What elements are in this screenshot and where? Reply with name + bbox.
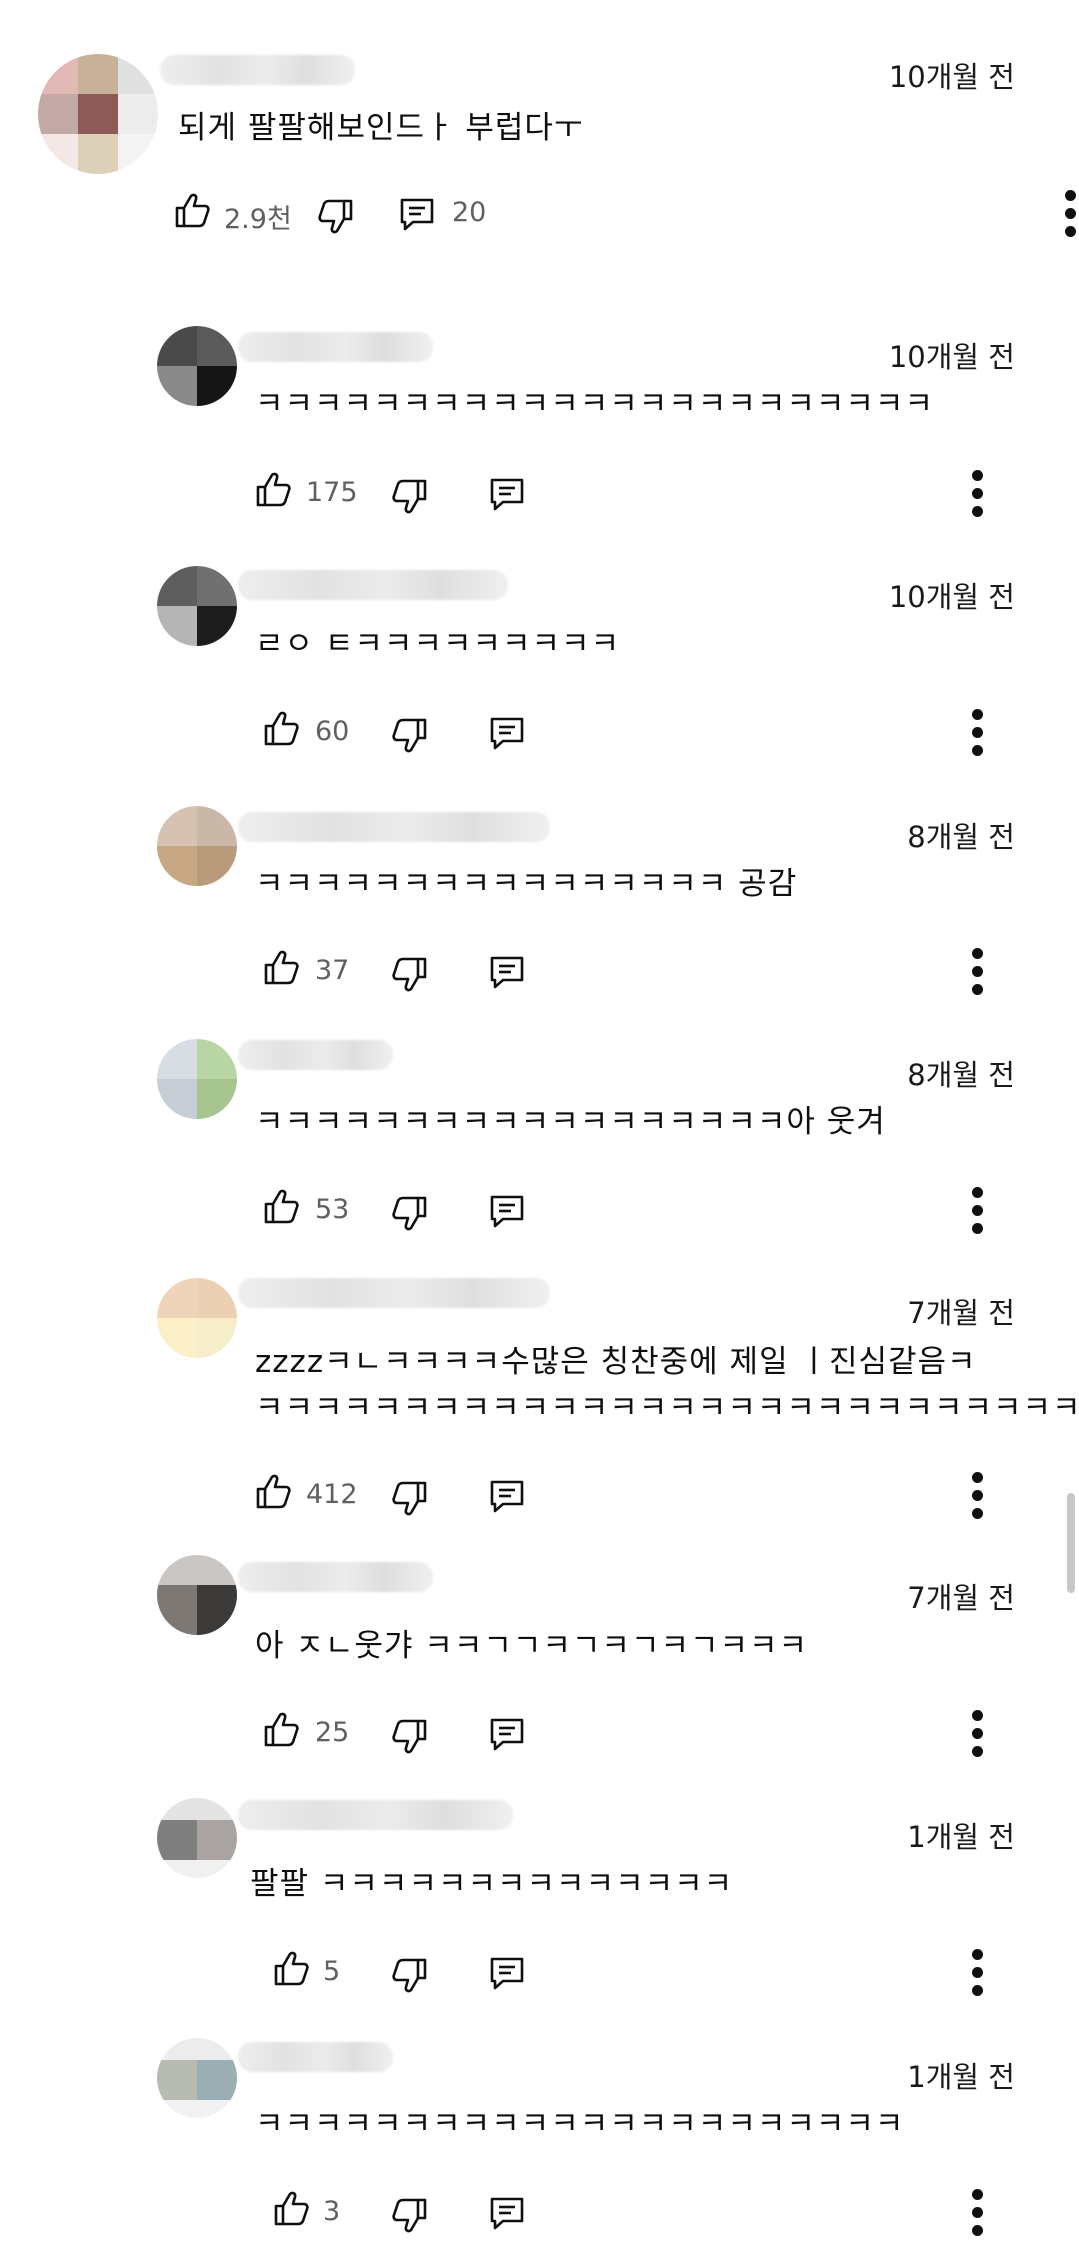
avatar[interactable] [157, 806, 237, 886]
like-icon[interactable] [271, 2189, 311, 2229]
comment-text: zzzzㅋㄴㅋㅋㅋㅋ수많은 칭찬중에 제일 ㅣ진심같음ㅋ [255, 1344, 977, 1380]
comment-text: 팔팔 ㅋㅋㅋㅋㅋㅋㅋㅋㅋㅋㅋㅋㅋㅋ [250, 1866, 734, 1902]
more-options-icon[interactable] [967, 1949, 987, 1997]
username-blurred[interactable] [238, 1278, 550, 1308]
like-icon[interactable] [261, 709, 301, 749]
comment-timestamp: 8개월 전 [907, 820, 1015, 854]
comment-actions: 3 [271, 2187, 1071, 2237]
like-count: 412 [306, 1479, 358, 1510]
like-count: 53 [315, 1194, 350, 1225]
like-icon[interactable] [261, 1187, 301, 1227]
comment-timestamp: 7개월 전 [907, 1581, 1015, 1615]
dislike-icon[interactable] [316, 196, 356, 236]
username-blurred[interactable] [238, 332, 433, 362]
comment-actions: 37 [261, 946, 1061, 996]
avatar[interactable] [157, 1039, 237, 1119]
comment-text: ㅋㅋㅋㅋㅋㅋㅋㅋㅋㅋㅋㅋㅋㅋㅋㅋㅋㅋㅋㅋㅋㅋㅋ [255, 386, 934, 422]
reply-icon[interactable] [397, 194, 437, 234]
comment-text: ㅋㅋㅋㅋㅋㅋㅋㅋㅋㅋㅋㅋㅋㅋㅋㅋ 공감 [255, 866, 798, 902]
dislike-icon[interactable] [390, 1716, 430, 1756]
dislike-icon[interactable] [390, 1193, 430, 1233]
username-blurred[interactable] [238, 1800, 513, 1830]
more-options-icon[interactable] [967, 709, 987, 757]
username-blurred[interactable] [238, 812, 550, 842]
avatar[interactable] [157, 566, 237, 646]
comment-text: 아 ㅈㄴ웃갸 ㅋㅋㄱㄱㅋㄱㅋㄱㅋㄱㅋㅋㅋ [255, 1628, 809, 1664]
like-count: 60 [315, 716, 350, 747]
like-icon[interactable] [253, 470, 293, 510]
comment-timestamp: 10개월 전 [888, 580, 1015, 614]
like-icon[interactable] [261, 948, 301, 988]
reply-icon[interactable] [487, 1476, 527, 1516]
reply-icon[interactable] [487, 474, 527, 514]
like-count: 175 [306, 477, 358, 508]
avatar[interactable] [157, 1555, 237, 1635]
dislike-icon[interactable] [390, 954, 430, 994]
like-count: 25 [315, 1717, 350, 1748]
reply-count[interactable]: 20 [452, 197, 486, 228]
username-blurred[interactable] [160, 55, 355, 85]
reply-icon[interactable] [487, 2193, 527, 2233]
dislike-icon[interactable] [390, 1955, 430, 1995]
reply-icon[interactable] [487, 1953, 527, 1993]
comment-text: ㅋㅋㅋㅋㅋㅋㅋㅋㅋㅋㅋㅋㅋㅋㅋㅋㅋㅋㅋㅋㅋㅋ [255, 2106, 905, 2142]
reply-icon[interactable] [487, 713, 527, 753]
comment-timestamp: 7개월 전 [907, 1296, 1015, 1330]
like-count: 3 [323, 2196, 341, 2227]
like-count: 5 [323, 1956, 341, 1987]
comment-actions: 5 [271, 1947, 1071, 1997]
more-options-icon[interactable] [967, 470, 987, 518]
comment-text: ㄹㅇ ㅌㅋㅋㅋㅋㅋㅋㅋㅋㅋ [255, 626, 621, 662]
comment-actions: 175 [253, 468, 1053, 518]
comment-text: ㅋㅋㅋㅋㅋㅋㅋㅋㅋㅋㅋㅋㅋㅋㅋㅋㅋㅋ아 웃겨 [255, 1104, 886, 1140]
dislike-icon[interactable] [390, 2195, 430, 2235]
reply-icon[interactable] [487, 952, 527, 992]
dislike-icon[interactable] [390, 476, 430, 516]
comment-actions: 53 [261, 1185, 1061, 1235]
like-icon[interactable] [271, 1949, 311, 1989]
username-blurred[interactable] [238, 1562, 433, 1592]
username-blurred[interactable] [238, 2042, 393, 2072]
comment-timestamp: 10개월 전 [888, 340, 1015, 374]
comment-actions: 25 [261, 1708, 1061, 1758]
comment-actions: 412 [253, 1470, 1053, 1520]
scrollbar[interactable] [1067, 1493, 1075, 1593]
like-icon[interactable] [261, 1710, 301, 1750]
reply-icon[interactable] [487, 1714, 527, 1754]
username-blurred[interactable] [238, 570, 508, 600]
comment-actions: 2.9천 20 [170, 188, 1076, 238]
dislike-icon[interactable] [390, 1478, 430, 1518]
comment-timestamp: 1개월 전 [907, 1820, 1015, 1854]
more-options-icon[interactable] [967, 1472, 987, 1520]
avatar[interactable] [157, 326, 237, 406]
like-count: 2.9천 [224, 204, 292, 235]
like-icon[interactable] [172, 191, 212, 231]
comment-text: 되게 팔팔해보인드ㅏ 부럽다ㅜ [178, 110, 584, 146]
reply-icon[interactable] [487, 1191, 527, 1231]
avatar[interactable] [157, 2038, 237, 2118]
more-options-icon[interactable] [967, 1710, 987, 1758]
like-icon[interactable] [253, 1472, 293, 1512]
more-options-icon[interactable] [967, 2189, 987, 2237]
comment-timestamp: 1개월 전 [907, 2060, 1015, 2094]
avatar[interactable] [38, 54, 158, 174]
more-options-icon[interactable] [967, 1187, 987, 1235]
username-blurred[interactable] [238, 1040, 393, 1070]
more-options-icon[interactable] [967, 948, 987, 996]
more-options-icon[interactable] [1060, 190, 1079, 238]
avatar[interactable] [157, 1278, 237, 1358]
comment-timestamp: 10개월 전 [888, 60, 1015, 94]
comment-actions: 60 [261, 707, 1061, 757]
avatar[interactable] [157, 1798, 237, 1878]
dislike-icon[interactable] [390, 715, 430, 755]
like-count: 37 [315, 955, 350, 986]
comment-timestamp: 8개월 전 [907, 1058, 1015, 1092]
comment-text-line-2: ㅋㅋㅋㅋㅋㅋㅋㅋㅋㅋㅋㅋㅋㅋㅋㅋㅋㅋㅋㅋㅋㅋㅋㅋㅋㅋㅋㅋㅋ [255, 1390, 1079, 1426]
